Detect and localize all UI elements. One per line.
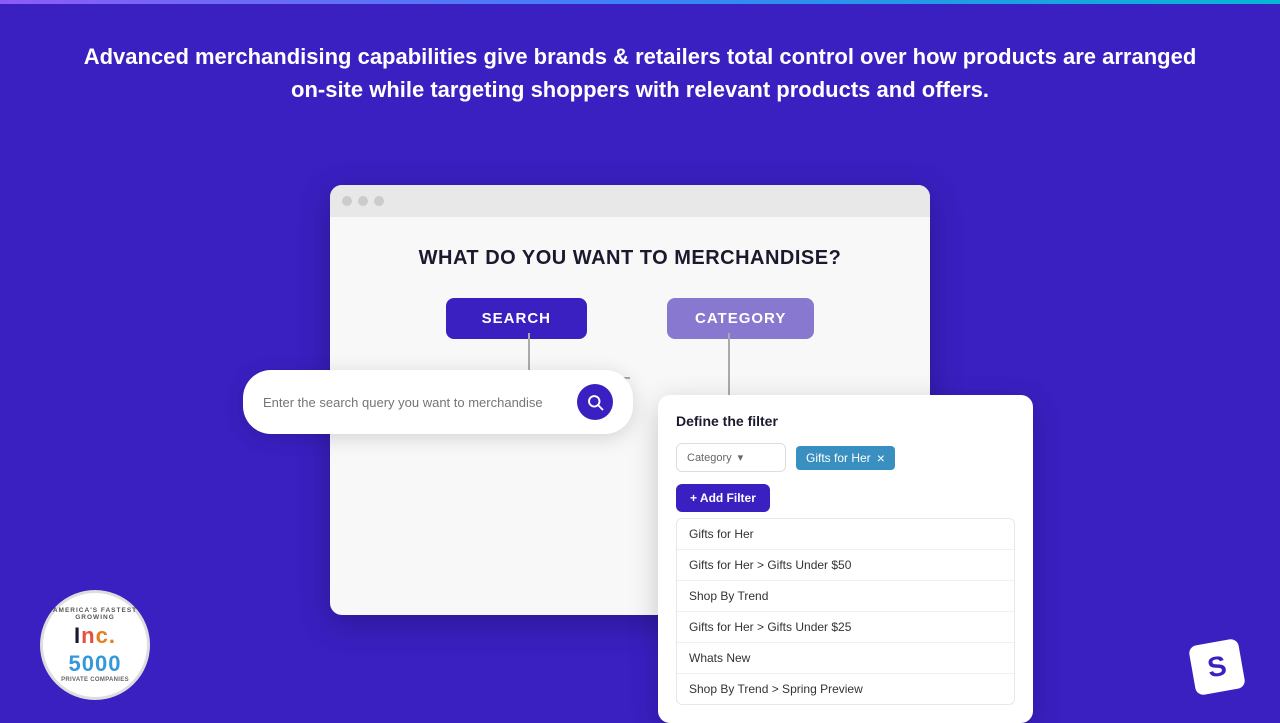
merch-buttons-container: SEARCH CATEGORY: [350, 298, 910, 339]
filter-panel-title: Define the filter: [676, 413, 1015, 429]
filter-tag-gifts-for-her: Gifts for Her ×: [796, 446, 895, 470]
add-filter-button[interactable]: + Add Filter: [676, 484, 770, 512]
dropdown-item-0[interactable]: Gifts for Her: [677, 519, 1014, 550]
filter-panel: Define the filter Category ▾ Gifts for H…: [658, 395, 1033, 723]
category-dropdown[interactable]: Category ▾: [676, 443, 786, 472]
search-submit-button[interactable]: [577, 384, 613, 420]
top-gradient-line: [0, 0, 1280, 4]
browser-content: WHAT DO YOU WANT TO MERCHANDISE? SEARCH …: [330, 217, 930, 359]
browser-titlebar: [330, 185, 930, 217]
merch-question-title: WHAT DO YOU WANT TO MERCHANDISE?: [350, 247, 910, 270]
filter-tag-label: Gifts for Her: [806, 451, 871, 465]
dropdown-list: Gifts for Her Gifts for Her > Gifts Unde…: [676, 518, 1015, 705]
search-icon: [586, 393, 604, 411]
filter-row: Category ▾ Gifts for Her ×: [676, 443, 1015, 472]
logo-symbol: S: [1205, 650, 1229, 685]
filter-tag-remove-button[interactable]: ×: [877, 451, 885, 465]
dropdown-item-4[interactable]: Whats New: [677, 643, 1014, 674]
browser-dot-red: [342, 196, 352, 206]
browser-dot-yellow: [358, 196, 368, 206]
inc-arc-text: AMERICA'S FASTEST GROWING: [43, 607, 147, 621]
dropdown-item-5[interactable]: Shop By Trend > Spring Preview: [677, 674, 1014, 704]
inc-sub-text: PRIVATE COMPANIES: [43, 677, 147, 683]
headline-text: Advanced merchandising capabilities give…: [0, 0, 1280, 126]
browser-dot-green: [374, 196, 384, 206]
dropdown-item-3[interactable]: Gifts for Her > Gifts Under $25: [677, 612, 1014, 643]
search-button[interactable]: SEARCH: [446, 298, 587, 339]
dropdown-item-1[interactable]: Gifts for Her > Gifts Under $50: [677, 550, 1014, 581]
category-dropdown-label: Category: [687, 452, 732, 464]
company-logo-container: S: [1192, 642, 1242, 692]
category-button[interactable]: CATEGORY: [667, 298, 814, 339]
inc-5000-badge: AMERICA'S FASTEST GROWING Inc. 5000 PRIV…: [40, 590, 150, 700]
inc-number: 5000: [43, 651, 147, 677]
inc-logo: Inc.: [74, 623, 116, 648]
connector-right-vertical: [728, 333, 730, 378]
dropdown-item-2[interactable]: Shop By Trend: [677, 581, 1014, 612]
company-logo: S: [1188, 638, 1246, 696]
chevron-down-icon: ▾: [738, 451, 744, 464]
search-box-container: [243, 370, 633, 434]
search-input[interactable]: [263, 395, 577, 410]
